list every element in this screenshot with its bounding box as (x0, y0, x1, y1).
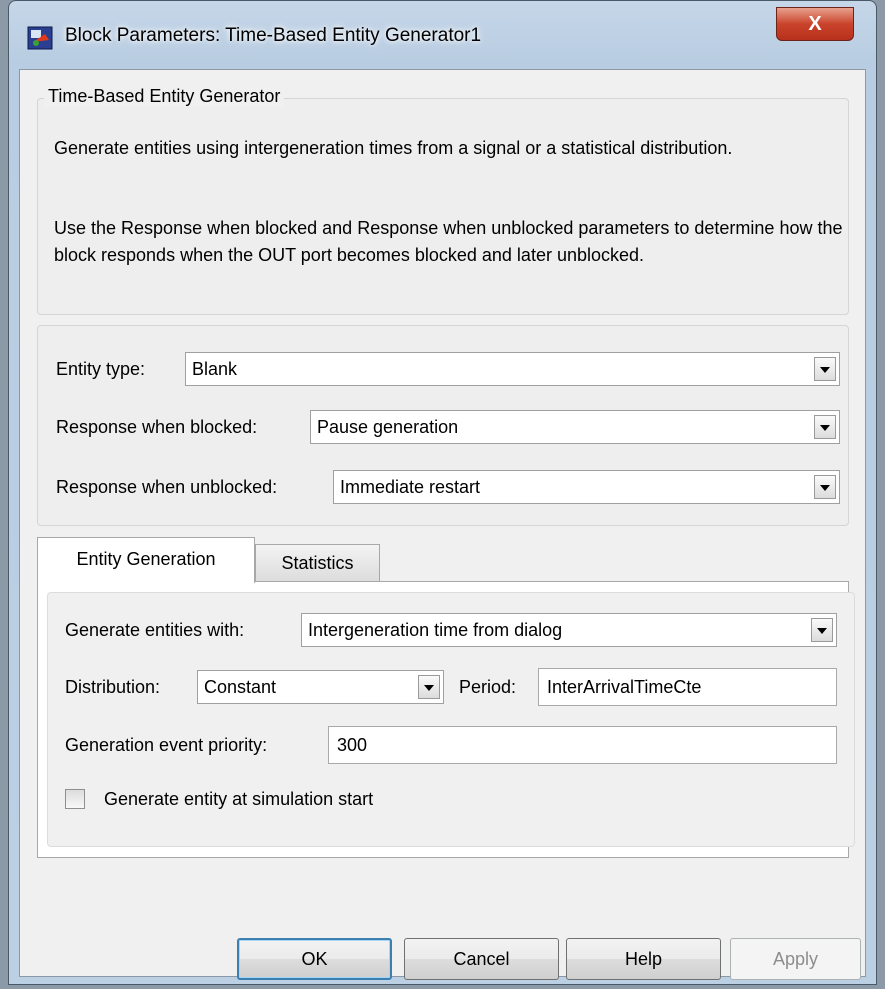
close-button[interactable]: X (776, 7, 854, 41)
simulation-start-label[interactable]: Generate entity at simulation start (104, 789, 373, 810)
dialog-client-area: Time-Based Entity Generator Generate ent… (19, 69, 866, 980)
chevron-down-icon[interactable] (814, 475, 836, 499)
entity-generation-pane: Generate entities with: Intergeneration … (37, 581, 855, 858)
entity-type-value: Blank (192, 359, 238, 379)
ok-button[interactable]: OK (237, 938, 392, 980)
window-title: Block Parameters: Time-Based Entity Gene… (65, 25, 482, 46)
entity-type-label: Entity type: (56, 359, 146, 379)
period-value: InterArrivalTimeCte (547, 677, 702, 697)
priority-field[interactable]: 300 (328, 726, 837, 764)
chevron-down-icon[interactable] (811, 618, 833, 642)
apply-button[interactable]: Apply (730, 938, 861, 980)
distribution-dropdown[interactable]: Constant (197, 670, 444, 704)
tab-statistics[interactable]: Statistics (255, 544, 380, 582)
description-paragraph-1: Generate entities using intergeneration … (54, 138, 733, 158)
priority-label: Generation event priority: (65, 735, 268, 755)
response-unblocked-dropdown[interactable]: Immediate restart (333, 470, 840, 504)
response-unblocked-value: Immediate restart (340, 477, 481, 497)
chevron-down-icon[interactable] (814, 415, 836, 439)
response-blocked-value: Pause generation (317, 417, 459, 437)
priority-value: 300 (337, 735, 368, 755)
response-blocked-dropdown[interactable]: Pause generation (310, 410, 840, 444)
description-group-title: Time-Based Entity Generator (44, 86, 285, 107)
cancel-button[interactable]: Cancel (404, 938, 559, 980)
description-group: Time-Based Entity Generator Generate ent… (37, 86, 849, 315)
parameters-group: Entity type: Blank Response when blocked… (37, 325, 849, 526)
period-field[interactable]: InterArrivalTimeCte (538, 668, 837, 706)
description-paragraph-2: Use the Response when blocked and Respon… (54, 218, 843, 265)
entity-type-dropdown[interactable]: Blank (185, 352, 840, 386)
entity-generation-panel: Generate entities with: Intergeneration … (47, 592, 855, 847)
distribution-label: Distribution: (65, 677, 161, 697)
generate-with-dropdown[interactable]: Intergeneration time from dialog (301, 613, 837, 647)
generate-with-label: Generate entities with: (65, 620, 245, 640)
simulink-block-icon (27, 26, 53, 50)
distribution-value: Constant (204, 677, 277, 697)
chevron-down-icon[interactable] (814, 357, 836, 381)
generate-with-value: Intergeneration time from dialog (308, 620, 563, 640)
help-button[interactable]: Help (566, 938, 721, 980)
chevron-down-icon[interactable] (418, 675, 440, 699)
title-bar[interactable]: Block Parameters: Time-Based Entity Gene… (9, 1, 876, 69)
block-parameters-dialog: Block Parameters: Time-Based Entity Gene… (8, 0, 877, 985)
simulation-start-checkbox[interactable] (65, 789, 85, 809)
tab-entity-generation[interactable]: Entity Generation (37, 537, 255, 583)
response-unblocked-label: Response when unblocked: (56, 477, 278, 497)
period-label: Period: (459, 677, 517, 697)
response-blocked-label: Response when blocked: (56, 417, 258, 437)
